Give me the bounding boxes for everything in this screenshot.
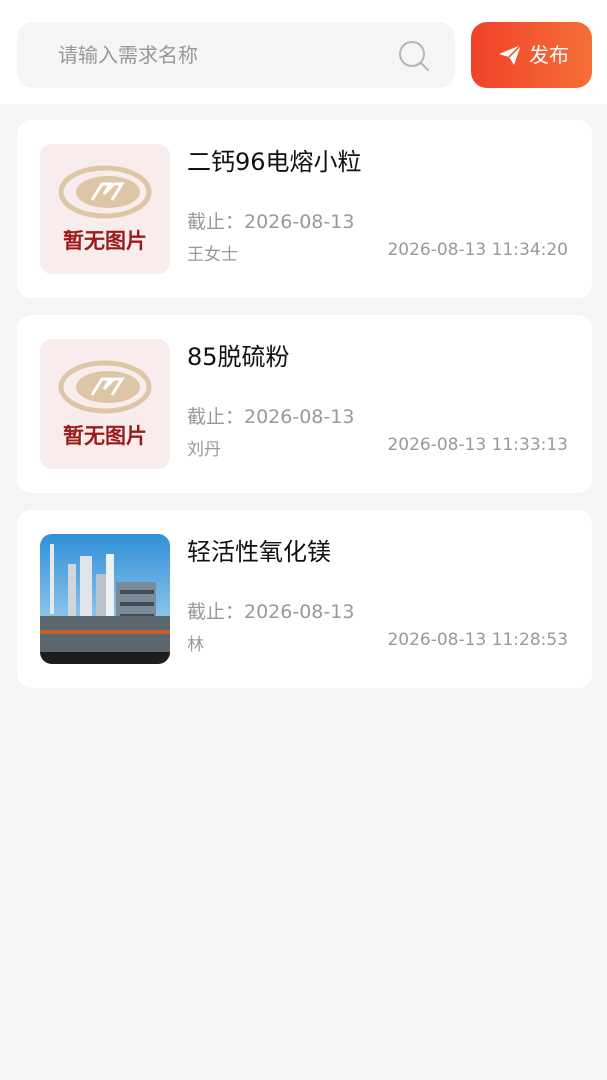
search-icon[interactable] bbox=[397, 39, 431, 73]
publish-button[interactable]: 发布 bbox=[471, 22, 592, 88]
demand-card[interactable]: 轻活性氧化镁 截止：2026-08-13 林 2026-08-13 11:28:… bbox=[17, 510, 592, 688]
no-image-text: 暂无图片 bbox=[63, 424, 147, 448]
demand-card[interactable]: 暂无图片 二钙96电熔小粒 截止：2026-08-13 王女士 2026-08-… bbox=[17, 120, 592, 298]
no-image-placeholder: 暂无图片 bbox=[40, 144, 170, 274]
item-timestamp: 2026-08-13 11:28:53 bbox=[387, 630, 568, 650]
top-bar: 请输入需求名称 发布 bbox=[0, 0, 607, 104]
factory-image bbox=[40, 534, 170, 664]
search-input[interactable]: 请输入需求名称 bbox=[17, 22, 455, 88]
paper-plane-icon bbox=[499, 44, 522, 65]
item-contact: 王女士 bbox=[187, 245, 238, 265]
item-timestamp: 2026-08-13 11:33:13 bbox=[387, 435, 568, 455]
search-placeholder: 请输入需求名称 bbox=[58, 43, 198, 67]
item-deadline: 截止：2026-08-13 bbox=[187, 406, 355, 428]
factory-photo bbox=[40, 534, 170, 664]
item-title: 85脱硫粉 bbox=[187, 343, 290, 371]
item-title: 轻活性氧化镁 bbox=[187, 538, 331, 566]
item-deadline: 截止：2026-08-13 bbox=[187, 601, 355, 623]
item-title: 二钙96电熔小粒 bbox=[187, 148, 362, 176]
company-logo-icon: 暂无图片 bbox=[58, 360, 152, 448]
no-image-text: 暂无图片 bbox=[63, 229, 147, 253]
no-image-placeholder: 暂无图片 bbox=[40, 339, 170, 469]
item-deadline: 截止：2026-08-13 bbox=[187, 211, 355, 233]
item-contact: 刘丹 bbox=[187, 440, 221, 460]
item-timestamp: 2026-08-13 11:34:20 bbox=[387, 240, 568, 260]
demand-card[interactable]: 暂无图片 85脱硫粉 截止：2026-08-13 刘丹 2026-08-13 1… bbox=[17, 315, 592, 493]
item-contact: 林 bbox=[187, 635, 204, 655]
publish-label: 发布 bbox=[529, 43, 569, 67]
company-logo-icon: 暂无图片 bbox=[58, 165, 152, 253]
